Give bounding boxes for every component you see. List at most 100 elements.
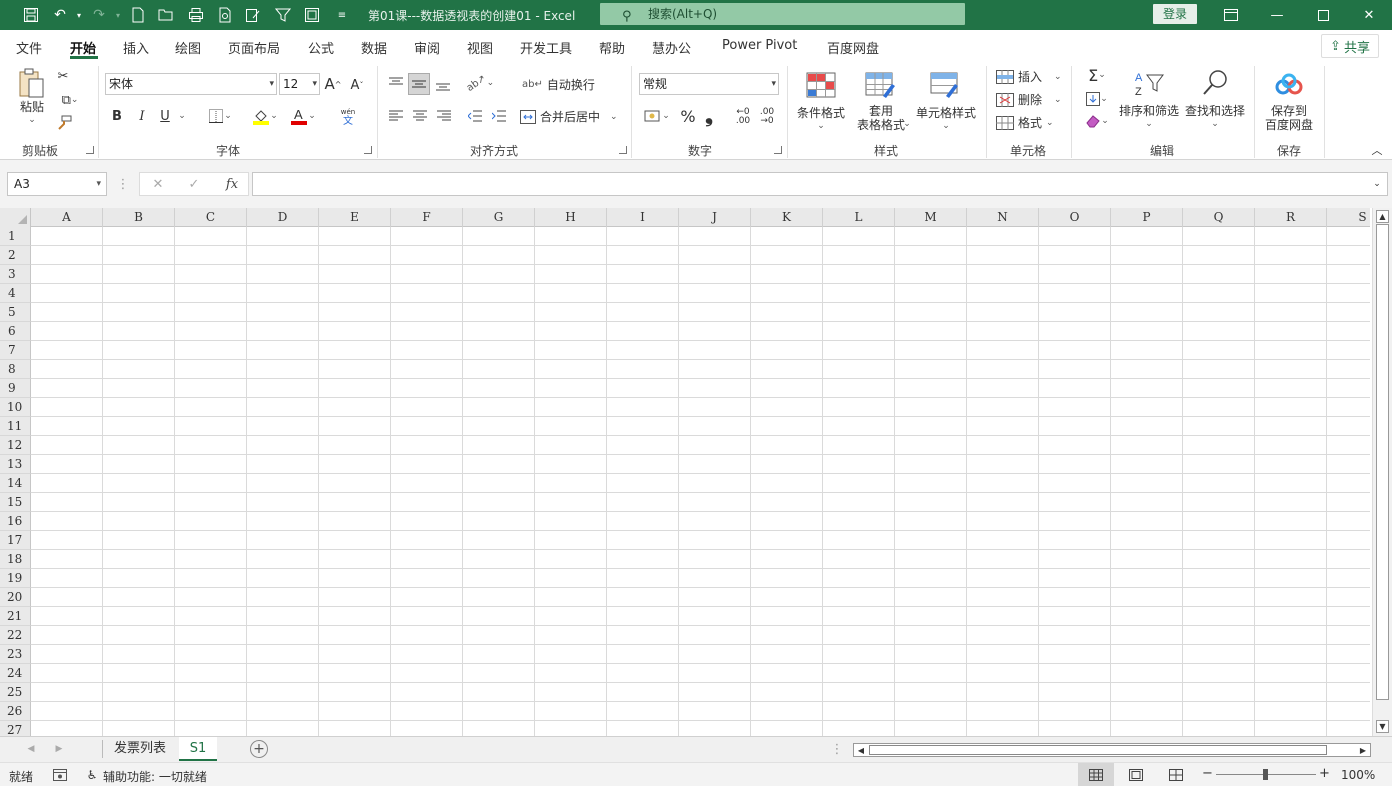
scroll-left-icon[interactable]: ◀ — [855, 744, 867, 756]
wrap-text-button[interactable]: ab↵ 自动换行 — [522, 76, 595, 93]
phonetic-button[interactable]: wén 文 — [331, 106, 365, 128]
column-header[interactable]: C — [175, 208, 247, 227]
row-header[interactable]: 26 — [0, 702, 31, 721]
paste-dropdown-icon[interactable]: ⌄ — [13, 115, 51, 125]
row-header[interactable]: 12 — [0, 436, 31, 455]
tab-home[interactable]: 开始 — [70, 38, 96, 57]
sort-filter-button[interactable]: AZ 排序和筛选 ⌄ — [1117, 68, 1181, 129]
chevron-down-icon[interactable]: ⌄ — [902, 118, 912, 130]
tab-draw[interactable]: 绘图 — [175, 38, 201, 57]
align-right-icon[interactable] — [434, 107, 454, 125]
next-sheet-icon[interactable]: ▶ — [52, 742, 66, 756]
font-name-select[interactable]: 宋体 ▾ — [105, 73, 277, 95]
sheet-tab-s1[interactable]: S1 — [179, 737, 217, 761]
tab-split-grip-icon[interactable]: ⋮ — [831, 742, 844, 757]
row-header[interactable]: 20 — [0, 588, 31, 607]
minimize-icon[interactable]: — — [1254, 0, 1300, 30]
tab-baidu-netdisk[interactable]: 百度网盘 — [827, 38, 879, 57]
column-header[interactable]: P — [1111, 208, 1183, 227]
fill-color-button[interactable]: ⌄ — [248, 106, 282, 126]
vertical-scrollbar[interactable]: ▲ ▼ — [1372, 208, 1392, 736]
autosum-icon[interactable]: Σ ⌄ — [1080, 66, 1114, 85]
formula-input[interactable]: ⌄ — [252, 172, 1388, 196]
row-header[interactable]: 2 — [0, 246, 31, 265]
fill-down-button[interactable]: ⌄ — [1080, 90, 1114, 108]
increase-decimal-icon[interactable]: ←0.00 — [733, 107, 753, 127]
add-sheet-icon[interactable]: + — [250, 740, 268, 758]
name-box[interactable]: A3 ▾ — [7, 172, 107, 196]
row-header[interactable]: 22 — [0, 626, 31, 645]
row-header[interactable]: 13 — [0, 455, 31, 474]
align-left-icon[interactable] — [386, 107, 406, 125]
column-header[interactable]: R — [1255, 208, 1327, 227]
row-header[interactable]: 14 — [0, 474, 31, 493]
undo-icon[interactable]: ↶ — [51, 6, 69, 24]
column-header[interactable]: H — [535, 208, 607, 227]
scroll-right-icon[interactable]: ▶ — [1357, 744, 1369, 756]
row-header[interactable]: 4 — [0, 284, 31, 303]
tab-data[interactable]: 数据 — [361, 38, 387, 57]
open-folder-icon[interactable] — [157, 6, 175, 24]
underline-button[interactable]: U — [158, 107, 172, 125]
column-header[interactable]: K — [751, 208, 823, 227]
format-cells-button[interactable]: 格式 ⌄ — [996, 114, 1054, 131]
search-box[interactable]: ⚲ 搜索(Alt+Q) — [600, 3, 965, 25]
increase-indent-icon[interactable] — [489, 107, 509, 125]
column-header[interactable]: F — [391, 208, 463, 227]
row-header[interactable]: 3 — [0, 265, 31, 284]
align-center-icon[interactable] — [410, 107, 430, 125]
alignment-launcher-icon[interactable] — [619, 146, 627, 154]
tab-power-pivot[interactable]: Power Pivot — [722, 38, 797, 53]
row-header[interactable]: 25 — [0, 683, 31, 702]
row-header[interactable]: 15 — [0, 493, 31, 512]
save-to-baidu-button[interactable]: 保存到 百度网盘 — [1262, 70, 1316, 132]
tab-page-layout[interactable]: 页面布局 — [228, 38, 280, 57]
print-icon[interactable] — [187, 6, 205, 24]
delete-cells-button[interactable]: 删除 ⌄ — [996, 91, 1062, 108]
tab-insert[interactable]: 插入 — [123, 38, 149, 57]
scroll-up-icon[interactable]: ▲ — [1376, 210, 1389, 223]
expand-formula-icon[interactable]: ⌄ — [1371, 176, 1383, 192]
bold-button[interactable]: B — [110, 107, 124, 125]
vertical-scroll-thumb[interactable] — [1376, 224, 1389, 700]
normal-view-icon[interactable] — [1078, 763, 1114, 786]
row-header[interactable]: 1 — [0, 227, 31, 246]
align-top-icon[interactable] — [386, 74, 406, 92]
increase-font-icon[interactable]: A ^ — [324, 74, 342, 94]
decrease-font-icon[interactable]: Aˇ — [348, 76, 366, 94]
cell-area[interactable] — [31, 227, 1370, 736]
insert-cells-button[interactable]: 插入 ⌄ — [996, 68, 1062, 85]
macro-record-icon[interactable] — [52, 767, 68, 782]
row-header[interactable]: 10 — [0, 398, 31, 417]
select-all-button[interactable] — [0, 208, 31, 227]
page-break-view-icon[interactable] — [1168, 767, 1184, 782]
tab-help[interactable]: 帮助 — [599, 38, 625, 57]
align-bottom-icon[interactable] — [433, 76, 453, 94]
customize-qat-icon[interactable]: ≡ — [333, 6, 351, 24]
tab-review[interactable]: 审阅 — [414, 38, 440, 57]
undo-dropdown-icon[interactable]: ▾ — [70, 6, 88, 24]
tab-formulas[interactable]: 公式 — [308, 38, 334, 57]
column-header[interactable]: A — [31, 208, 103, 227]
scroll-down-icon[interactable]: ▼ — [1376, 720, 1389, 733]
accessibility-icon[interactable]: ♿ — [84, 767, 100, 782]
tab-file[interactable]: 文件 — [16, 38, 42, 57]
print-preview-icon[interactable] — [216, 6, 234, 24]
row-header[interactable]: 19 — [0, 569, 31, 588]
edit-form-icon[interactable] — [244, 6, 262, 24]
row-header[interactable]: 5 — [0, 303, 31, 322]
accounting-format-button[interactable]: ⌄ — [640, 107, 674, 125]
column-header[interactable]: D — [247, 208, 319, 227]
font-color-button[interactable]: A ⌄ — [286, 106, 320, 126]
column-header[interactable]: L — [823, 208, 895, 227]
column-header[interactable]: J — [679, 208, 751, 227]
copy-icon[interactable]: ⧉ ⌄ — [55, 92, 85, 108]
row-header[interactable]: 23 — [0, 645, 31, 664]
save-icon[interactable] — [22, 6, 40, 24]
font-launcher-icon[interactable] — [364, 146, 372, 154]
column-header[interactable]: N — [967, 208, 1039, 227]
maximize-icon[interactable] — [1300, 0, 1346, 30]
insert-function-button[interactable]: fx — [222, 176, 242, 192]
login-button[interactable]: 登录 — [1153, 4, 1197, 24]
zoom-in-icon[interactable]: + — [1319, 766, 1330, 781]
